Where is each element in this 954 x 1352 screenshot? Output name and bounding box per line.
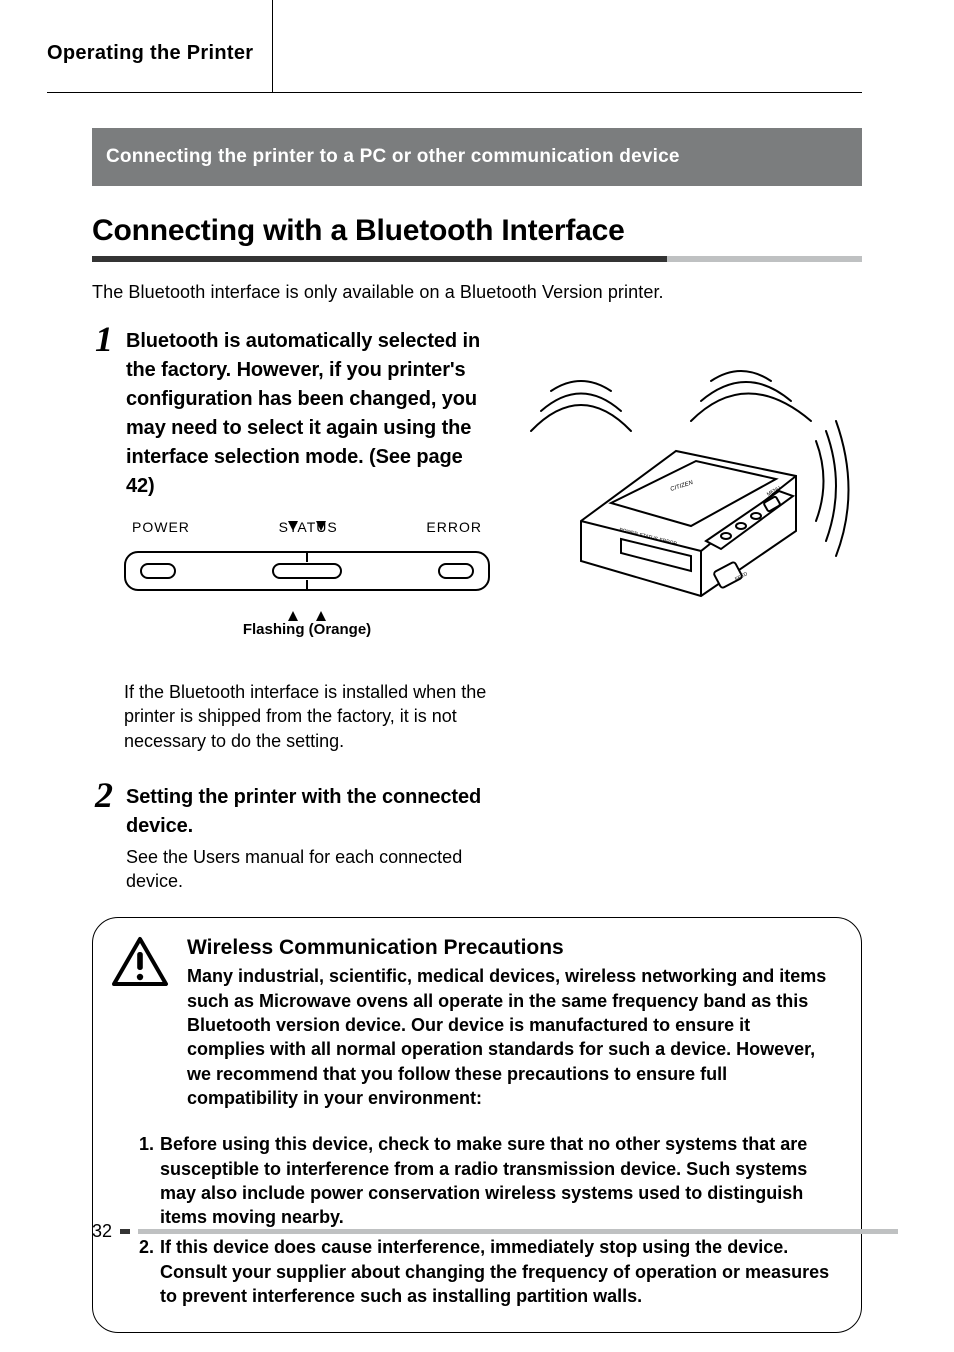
page-number: 32 [92, 1221, 112, 1242]
callout-title: Wireless Communication Precautions [187, 936, 833, 960]
callout-item-1-text: Before using this device, check to make … [160, 1132, 833, 1229]
header-rule [47, 92, 862, 93]
status-led [272, 563, 342, 579]
warning-callout: Wireless Communication Precautions Many … [92, 917, 862, 1333]
callout-item-2: 2. If this device does cause interferenc… [139, 1235, 833, 1308]
flashing-caption: Flashing (Orange) [124, 621, 490, 638]
callout-item-2-num: 2. [139, 1235, 154, 1308]
intro-text: The Bluetooth interface is only availabl… [92, 282, 862, 303]
indicator-power-label: POWER [132, 519, 190, 535]
power-led [140, 563, 176, 579]
callout-item-1: 1. Before using this device, check to ma… [139, 1132, 833, 1229]
indicator-error-label: ERROR [426, 519, 482, 535]
callout-item-1-num: 1. [139, 1132, 154, 1229]
page-title: Connecting with a Bluetooth Interface [92, 214, 862, 248]
status-indicator-figure: POWER STATUS ERROR Flashing (Orange) [124, 519, 490, 638]
page-footer: 32 [92, 1221, 898, 1242]
callout-item-2-text: If this device does cause interference, … [160, 1235, 833, 1308]
error-led [438, 563, 474, 579]
step-2-note: See the Users manual for each connected … [126, 845, 490, 894]
warning-icon [111, 936, 169, 988]
subsection-bar: Connecting the printer to a PC or other … [92, 128, 862, 186]
section-header: Operating the Printer [47, 42, 253, 65]
step-1-heading: Bluetooth is automatically selected in t… [126, 327, 490, 501]
title-underline [92, 256, 862, 262]
header-vertical-rule [272, 0, 273, 92]
step-1-number: 1 [92, 321, 116, 357]
callout-body: Many industrial, scientific, medical dev… [187, 964, 833, 1110]
step-1-note: If the Bluetooth interface is installed … [124, 680, 490, 753]
printer-wireless-illustration: CITIZEN POWER STATUS ERROR MENU FEED [521, 331, 861, 631]
step-2-heading: Setting the printer with the connected d… [126, 783, 490, 841]
step-2-number: 2 [92, 777, 116, 813]
